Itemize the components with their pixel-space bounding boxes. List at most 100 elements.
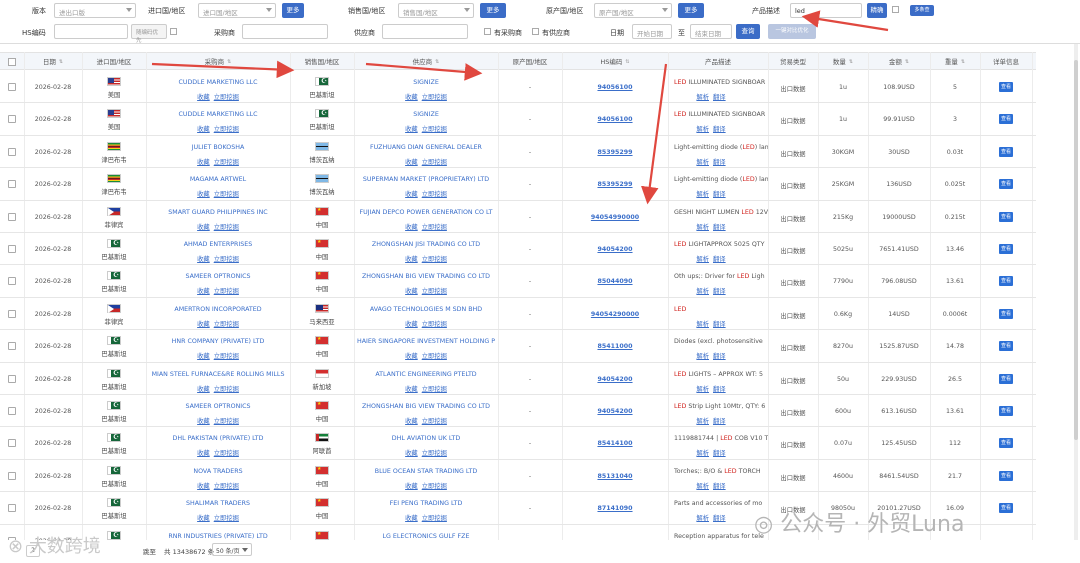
view-detail-button[interactable]: 查看 xyxy=(999,114,1013,125)
view-detail-button[interactable]: 查看 xyxy=(999,211,1013,222)
supplier-name-link[interactable]: AVAGO TECHNOLOGIES M SDN BHD xyxy=(354,306,498,313)
exact-match-button[interactable]: 精确 xyxy=(867,3,887,18)
export-compare-button[interactable]: 一键对比优化 xyxy=(768,24,816,39)
dig-link[interactable]: 立即挖掘 xyxy=(214,256,239,263)
supplier-name-link[interactable]: FUZHUANG DIAN GENERAL DEALER xyxy=(354,144,498,151)
supplier-name-link[interactable]: ZHONGSHAN JISI TRADING CO LTD xyxy=(354,241,498,248)
buyer-name-link[interactable]: SMART GUARD PHILIPPINES INC xyxy=(146,209,290,216)
collect-link[interactable]: 收藏 xyxy=(197,159,210,166)
hs-code-input[interactable] xyxy=(54,24,128,39)
row-checkbox[interactable] xyxy=(8,439,16,448)
collect-link[interactable]: 收藏 xyxy=(405,483,418,490)
row-checkbox[interactable] xyxy=(8,245,16,253)
dig-link[interactable]: 立即挖掘 xyxy=(214,353,239,360)
view-detail-button[interactable]: 查看 xyxy=(999,406,1013,416)
per-page-select[interactable]: 50 条/页 xyxy=(212,543,252,556)
collect-link[interactable]: 收藏 xyxy=(197,386,210,393)
buyer-name-link[interactable]: MAGAMA ARTWEL xyxy=(146,176,290,183)
buyer-name-link[interactable]: MIAN STEEL FURNACE&RE ROLLING MILLS xyxy=(146,371,290,378)
buyer-name-link[interactable]: AHMAD ENTERPRISES xyxy=(146,241,290,248)
supplier-name-link[interactable]: ATLANTIC ENGINEERING PTELTD xyxy=(354,371,498,378)
collect-link[interactable]: 收藏 xyxy=(405,191,418,198)
translate-link[interactable]: 翻译 xyxy=(713,321,726,328)
supplier-name-link[interactable]: FUJIAN DEPCO POWER GENERATION CO LT xyxy=(354,209,498,216)
dig-link[interactable]: 立即挖掘 xyxy=(422,418,447,425)
view-detail-button[interactable]: 查看 xyxy=(999,373,1013,384)
col-hs-code[interactable]: HS编码 ⇅ xyxy=(562,53,668,71)
hs-code-link[interactable]: 87141090 xyxy=(562,505,668,512)
dig-link[interactable]: 立即挖掘 xyxy=(422,256,447,263)
collect-link[interactable]: 收藏 xyxy=(197,353,210,360)
exact-checkbox[interactable] xyxy=(892,6,899,13)
hs-code-link[interactable]: 94054290000 xyxy=(562,311,668,318)
row-checkbox[interactable] xyxy=(8,471,16,480)
collect-link[interactable]: 收藏 xyxy=(405,288,418,295)
collect-link[interactable]: 收藏 xyxy=(197,418,210,425)
hs-code-link[interactable]: 85411000 xyxy=(562,343,668,350)
dig-link[interactable]: 立即挖掘 xyxy=(422,159,447,166)
buyer-name-link[interactable]: CUDDLE MARKETING LLC xyxy=(146,111,290,118)
dig-link[interactable]: 立即挖掘 xyxy=(422,321,447,328)
buyer-name-link[interactable]: SAMEER OPTRONICS xyxy=(146,403,290,410)
collect-link[interactable]: 收藏 xyxy=(197,256,210,263)
parse-link[interactable]: 解析 xyxy=(696,450,709,457)
row-checkbox[interactable] xyxy=(8,504,16,513)
origin-country-select[interactable]: 原产国/地区 xyxy=(594,3,672,18)
buyer-name-link[interactable]: DHL PAKISTAN (PRIVATE) LTD xyxy=(146,435,290,442)
parse-link[interactable]: 解析 xyxy=(696,321,709,328)
supplier-name-link[interactable]: ZHONGSHAN BIG VIEW TRADING CO LTD xyxy=(354,403,498,410)
parse-link[interactable]: 解析 xyxy=(696,191,709,198)
dig-link[interactable]: 立即挖掘 xyxy=(422,94,447,101)
dig-link[interactable]: 立即挖掘 xyxy=(214,288,239,295)
translate-link[interactable]: 翻译 xyxy=(713,483,726,490)
view-detail-button[interactable]: 查看 xyxy=(999,503,1013,514)
collect-link[interactable]: 收藏 xyxy=(197,288,210,295)
collect-link[interactable]: 收藏 xyxy=(405,94,418,101)
buyer-name-link[interactable]: CUDDLE MARKETING LLC xyxy=(146,79,290,86)
translate-link[interactable]: 翻译 xyxy=(713,386,726,393)
view-detail-button[interactable]: 查看 xyxy=(999,470,1013,481)
row-checkbox[interactable] xyxy=(8,342,16,351)
view-detail-button[interactable]: 查看 xyxy=(999,244,1013,254)
query-button[interactable]: 查询 xyxy=(736,24,760,39)
supplier-name-link[interactable]: SIGNIZE xyxy=(354,111,498,118)
parse-link[interactable]: 解析 xyxy=(696,126,709,133)
parse-link[interactable]: 解析 xyxy=(696,353,709,360)
parse-link[interactable]: 解析 xyxy=(696,288,709,295)
buyer-name-link[interactable]: NOVA TRADERS xyxy=(146,468,290,475)
collect-link[interactable]: 收藏 xyxy=(405,321,418,328)
collect-link[interactable]: 收藏 xyxy=(197,321,210,328)
translate-link[interactable]: 翻译 xyxy=(713,288,726,295)
collect-link[interactable]: 收藏 xyxy=(405,418,418,425)
import-country-more-button[interactable]: 更多 xyxy=(282,3,304,18)
parse-link[interactable]: 解析 xyxy=(696,483,709,490)
hs-code-link[interactable]: 85044090 xyxy=(562,278,668,285)
origin-country-more-button[interactable]: 更多 xyxy=(678,3,704,18)
parse-link[interactable]: 解析 xyxy=(696,418,709,425)
dig-link[interactable]: 立即挖掘 xyxy=(214,126,239,133)
hs-first-checkbox[interactable] xyxy=(170,28,177,35)
row-checkbox[interactable] xyxy=(8,180,16,189)
hs-code-link[interactable]: 94054200 xyxy=(562,376,668,383)
supplier-name-link[interactable]: ZHONGSHAN BIG VIEW TRADING CO LTD xyxy=(354,273,498,280)
translate-link[interactable]: 翻译 xyxy=(713,256,726,263)
dig-link[interactable]: 立即挖掘 xyxy=(214,159,239,166)
translate-link[interactable]: 翻译 xyxy=(713,126,726,133)
row-checkbox[interactable] xyxy=(8,115,16,124)
buyer-name-link[interactable]: RNR INDUSTRIES (PRIVATE) LTD xyxy=(146,533,290,540)
date-end-input[interactable]: 结束日期 xyxy=(690,24,732,39)
hs-code-link[interactable]: 94056100 xyxy=(562,116,668,123)
parse-link[interactable]: 解析 xyxy=(696,386,709,393)
product-description-input[interactable]: led xyxy=(790,3,862,18)
hs-code-link[interactable]: 94056100 xyxy=(562,84,668,91)
collect-link[interactable]: 收藏 xyxy=(405,386,418,393)
parse-link[interactable]: 解析 xyxy=(696,224,709,231)
col-quantity[interactable]: 数量 ⇅ xyxy=(818,53,868,71)
buyer-name-link[interactable]: SHALIMAR TRADERS xyxy=(146,500,290,507)
dig-link[interactable]: 立即挖掘 xyxy=(422,386,447,393)
col-buyer[interactable]: 采购商 ⇅ xyxy=(146,53,290,71)
parse-link[interactable]: 解析 xyxy=(696,159,709,166)
supplier-name-link[interactable]: DHL AVIATION UK LTD xyxy=(354,435,498,442)
dig-link[interactable]: 立即挖掘 xyxy=(214,418,239,425)
row-checkbox[interactable] xyxy=(8,277,16,286)
